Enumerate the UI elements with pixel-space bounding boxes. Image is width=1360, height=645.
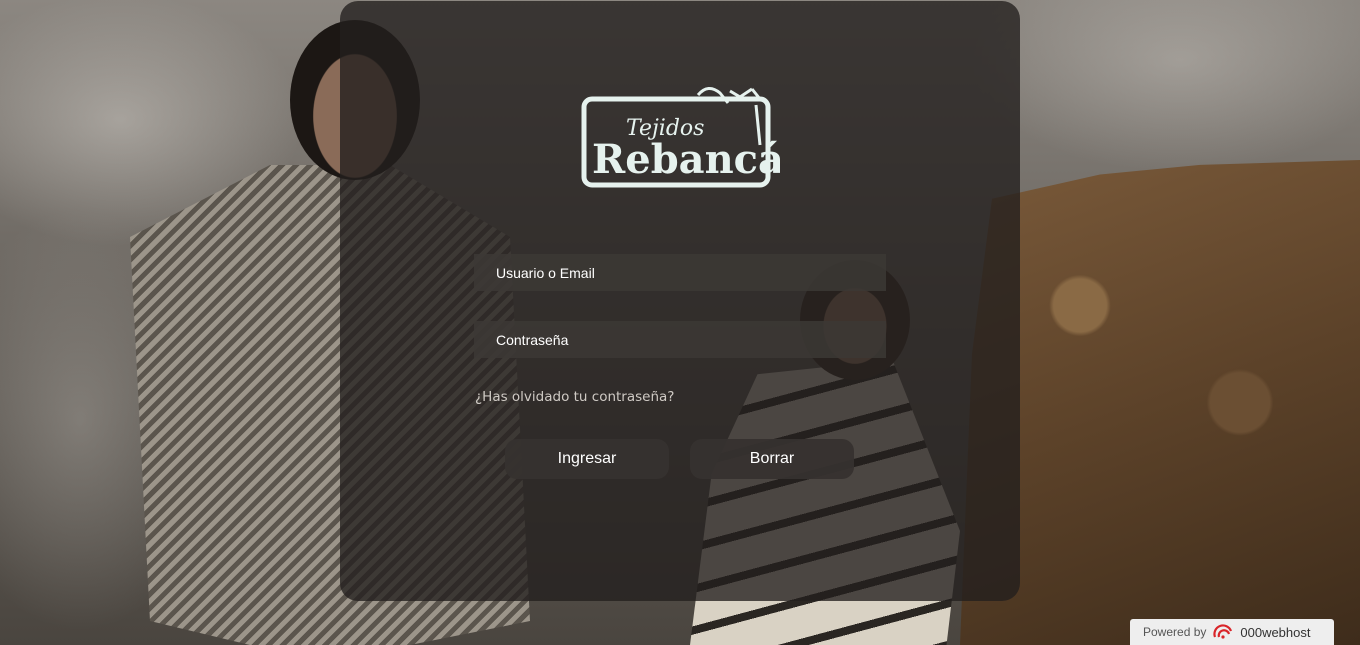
- forgot-password-link[interactable]: ¿Has olvidado tu contraseña?: [475, 389, 674, 405]
- host-brand-name: 000webhost: [1240, 624, 1311, 640]
- background-rock-wall: [960, 160, 1360, 645]
- powered-by-label: Powered by: [1143, 625, 1207, 639]
- 000webhost-logo-icon: [1213, 624, 1233, 639]
- clear-button[interactable]: Borrar: [690, 439, 854, 479]
- powered-by-badge[interactable]: Powered by 000webhost: [1130, 619, 1334, 645]
- username-input[interactable]: [474, 254, 886, 291]
- login-panel: Tejidos Rebancá ¿Has olvidado tu contras…: [340, 1, 1020, 601]
- logo-text-rebanca: Rebancá: [592, 136, 780, 183]
- login-button[interactable]: Ingresar: [505, 439, 669, 479]
- brand-logo: Tejidos Rebancá: [581, 87, 780, 188]
- password-input[interactable]: [474, 321, 886, 358]
